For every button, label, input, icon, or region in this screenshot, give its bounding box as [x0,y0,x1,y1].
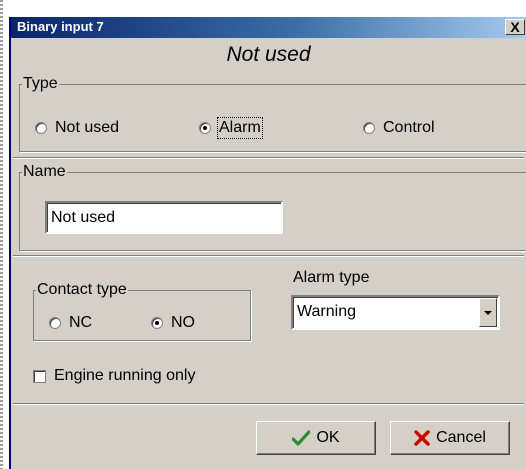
radio-circle-icon [35,122,47,134]
background-dotted-edge [0,0,3,469]
radio-label: Alarm [217,117,263,139]
type-group: Type [19,75,526,152]
type-group-legend: Type [23,75,58,92]
ok-label: OK [316,429,340,446]
type-radio-control[interactable]: Control [363,119,435,137]
divider [13,403,524,405]
radio-circle-icon [363,122,375,134]
cancel-button[interactable]: Cancel [390,421,510,455]
contact-type-legend: Contact type [37,281,127,298]
divider [13,255,524,257]
radio-label: NC [69,314,93,331]
checkbox-icon [33,369,46,383]
contact-type-group: Contact type [33,281,251,341]
dropdown-button[interactable] [479,298,497,327]
window-title: Binary input 7 [17,19,104,34]
title-bar[interactable]: Binary input 7 X [11,17,526,38]
radio-label: NO [171,314,195,331]
alarm-type-label: Alarm type [293,269,370,286]
close-icon: X [510,19,520,35]
name-group-legend: Name [23,163,66,180]
name-input[interactable]: Not used [45,201,283,234]
radio-circle-icon [49,317,61,329]
checkbox-label: Engine running only [54,367,196,384]
contact-radio-no[interactable]: NO [151,314,195,332]
alarm-type-value: Warning [297,303,356,320]
cancel-label: Cancel [436,429,486,446]
ok-button[interactable]: OK [256,421,376,455]
binary-input-dialog: Binary input 7 X Not used Type Not used … [9,17,526,469]
radio-selected-icon [151,317,163,329]
close-button[interactable]: X [505,19,525,35]
radio-selected-icon [199,122,211,134]
check-icon [292,430,311,446]
alarm-type-select[interactable]: Warning [291,295,500,330]
type-radio-alarm[interactable]: Alarm [199,117,263,139]
chevron-down-icon [484,310,492,315]
radio-label: Not used [55,119,120,136]
status-title: Not used [226,43,311,66]
type-radio-not-used[interactable]: Not used [35,119,119,137]
radio-label: Control [383,119,435,136]
divider [13,157,524,159]
x-icon [414,430,430,446]
engine-running-checkbox[interactable]: Engine running only [33,367,195,385]
contact-radio-nc[interactable]: NC [49,314,92,332]
